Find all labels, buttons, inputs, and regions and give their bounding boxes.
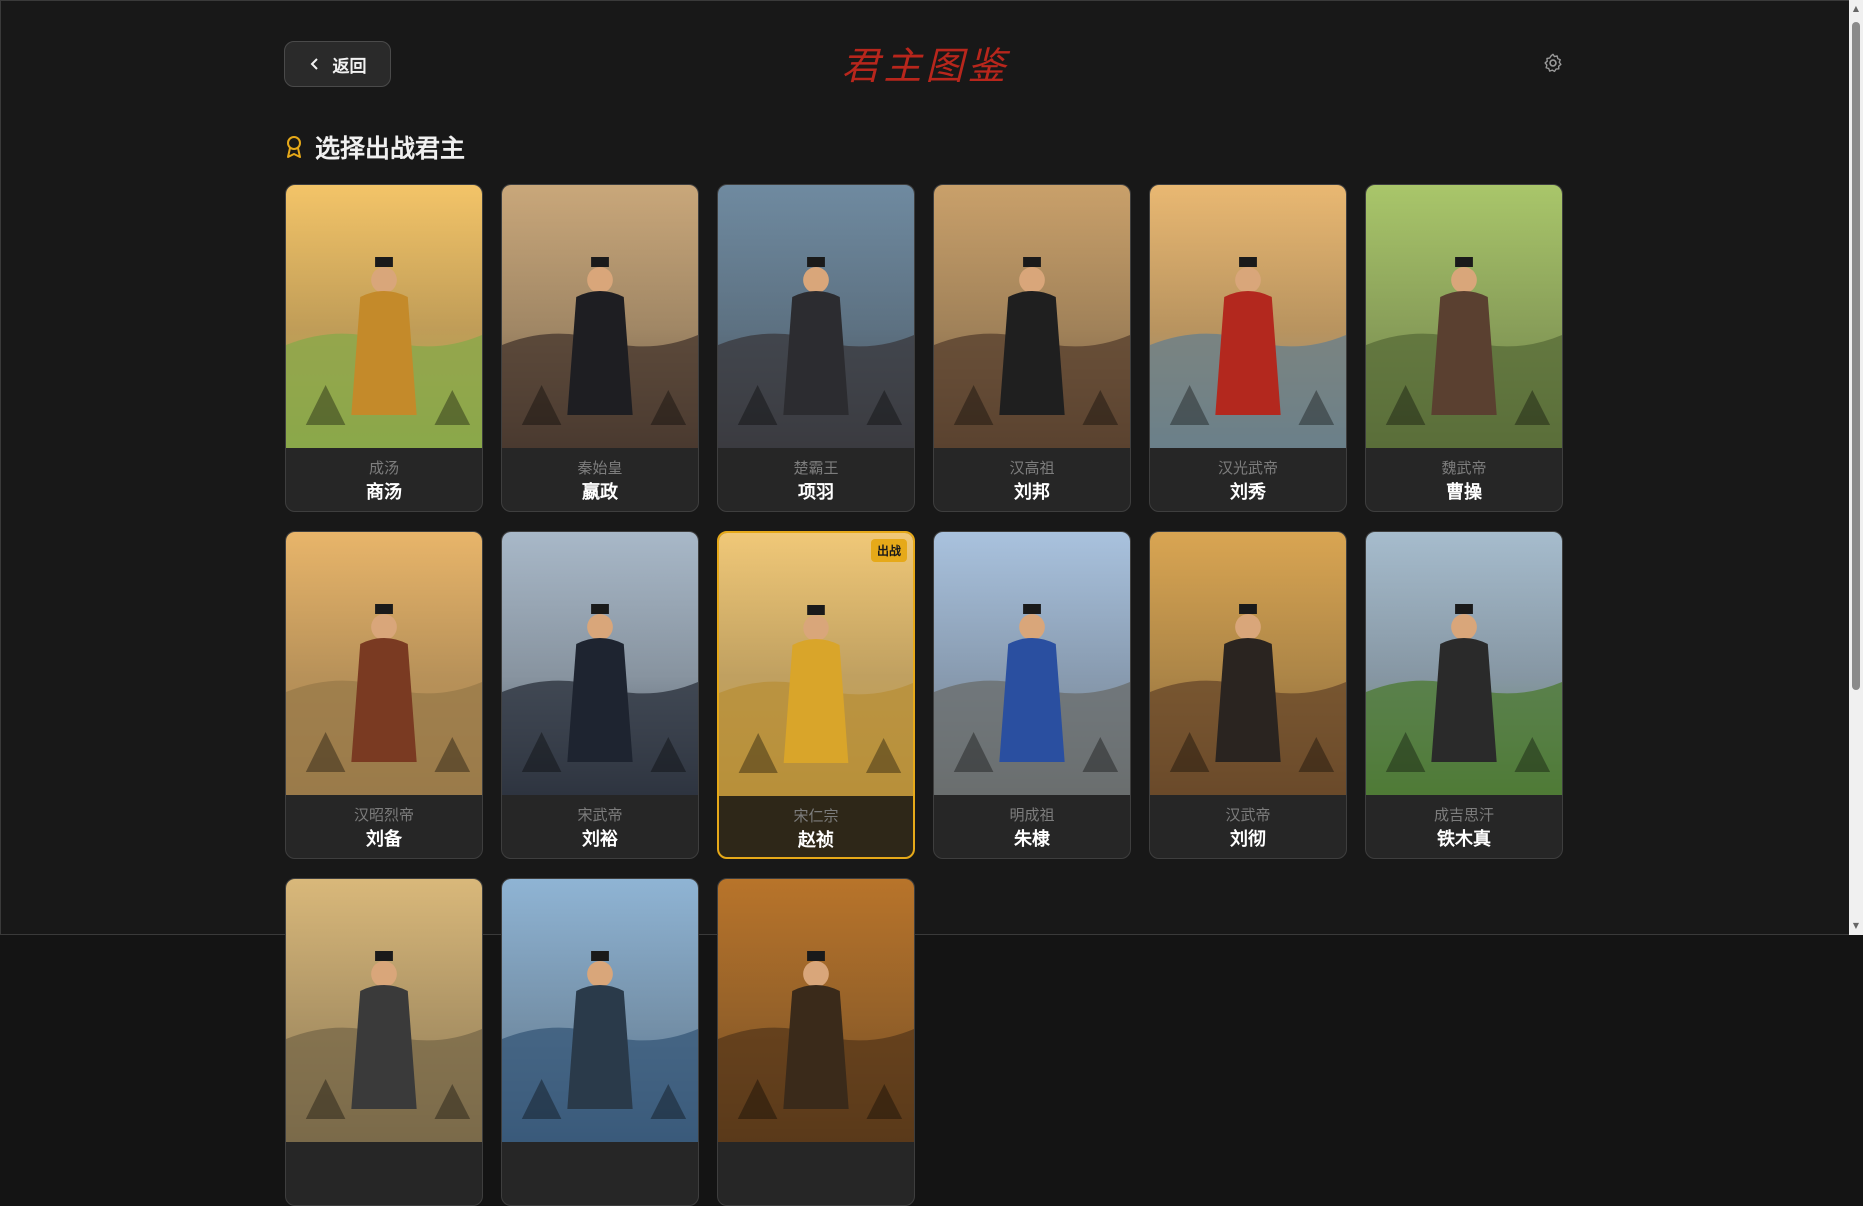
ruler-card[interactable]: 楚霸王 项羽 [717,184,915,512]
section-header: 选择出战君主 [285,129,465,165]
ruler-card[interactable]: 汉高祖 刘邦 [933,184,1131,512]
ruler-portrait [934,185,1130,448]
ruler-title: 成吉思汗 [1433,806,1494,824]
ruler-title: 成汤 [368,459,399,477]
ruler-title: 宋武帝 [577,806,623,824]
ruler-card[interactable]: 宋武帝 刘裕 [501,531,699,859]
ruler-name: 赵祯 [798,830,834,851]
ruler-name: 曹操 [1446,482,1482,503]
ruler-title: 汉昭烈帝 [353,806,414,824]
ruler-title: 秦始皇 [577,459,623,477]
ruler-name: 朱棣 [1014,829,1050,850]
ruler-card[interactable]: 成汤 商汤 [285,184,483,512]
ruler-card[interactable]: 明成祖 朱棣 [933,531,1131,859]
ruler-card[interactable] [717,878,915,1206]
ruler-portrait [286,879,482,1142]
ruler-card[interactable]: 秦始皇 嬴政 [501,184,699,512]
ruler-name: 刘备 [366,829,402,850]
ruler-portrait [1366,185,1562,448]
ruler-card[interactable]: 成吉思汗 铁木真 [1365,531,1563,859]
ruler-portrait [718,879,914,1142]
ruler-name: 铁木真 [1437,829,1491,850]
ruler-title: 汉高祖 [1009,459,1055,477]
scrollbar[interactable]: ▲ ▼ [1849,0,1863,935]
ruler-portrait [1150,532,1346,795]
ruler-name: 项羽 [798,482,834,503]
ruler-title: 宋仁宗 [793,807,839,825]
ruler-title: 魏武帝 [1441,459,1487,477]
ruler-portrait [719,533,913,796]
ruler-name: 刘彻 [1230,829,1266,850]
ruler-name: 商汤 [366,482,402,503]
gear-icon[interactable] [1542,52,1564,74]
ruler-name: 刘邦 [1014,482,1050,503]
ruler-portrait [286,185,482,448]
scrollbar-thumb[interactable] [1852,22,1860,690]
ruler-card[interactable]: 汉昭烈帝 刘备 [285,531,483,859]
scroll-down-arrow[interactable]: ▼ [1851,921,1861,931]
ruler-card[interactable]: 汉光武帝 刘秀 [1149,184,1347,512]
ruler-portrait [1366,532,1562,795]
ruler-portrait [502,185,698,448]
page-title: 君主图鉴 [841,44,1010,88]
ruler-title: 汉光武帝 [1217,459,1278,477]
ruler-card[interactable]: 汉武帝 刘彻 [1149,531,1347,859]
app-window: 返回 君主图鉴 选择出战君主 成汤 商汤 秦始皇 嬴政 楚霸王 项羽 汉高祖 刘邦 汉光武帝 刘秀… [0,0,1849,1206]
ruler-card[interactable]: 魏武帝 曹操 [1365,184,1563,512]
ruler-portrait [286,532,482,795]
ruler-portrait [502,532,698,795]
ruler-title: 楚霸王 [793,459,839,477]
ruler-title: 汉武帝 [1225,806,1271,824]
ruler-portrait [718,185,914,448]
ruler-name: 嬴政 [582,482,618,503]
ruler-title: 明成祖 [1009,806,1055,824]
ruler-portrait [1150,185,1346,448]
section-title: 选择出战君主 [315,134,466,163]
ruler-name: 刘裕 [582,829,618,850]
scroll-up-arrow[interactable]: ▲ [1851,4,1861,14]
ruler-card[interactable] [285,878,483,1206]
ruler-portrait [934,532,1130,795]
ruler-card[interactable] [501,878,699,1206]
ruler-card[interactable]: 出战宋仁宗赵祯 [717,531,915,859]
award-icon [287,136,301,158]
ruler-name: 刘秀 [1230,482,1266,503]
selected-badge: 出战 [870,539,907,562]
ruler-portrait [502,879,698,1142]
